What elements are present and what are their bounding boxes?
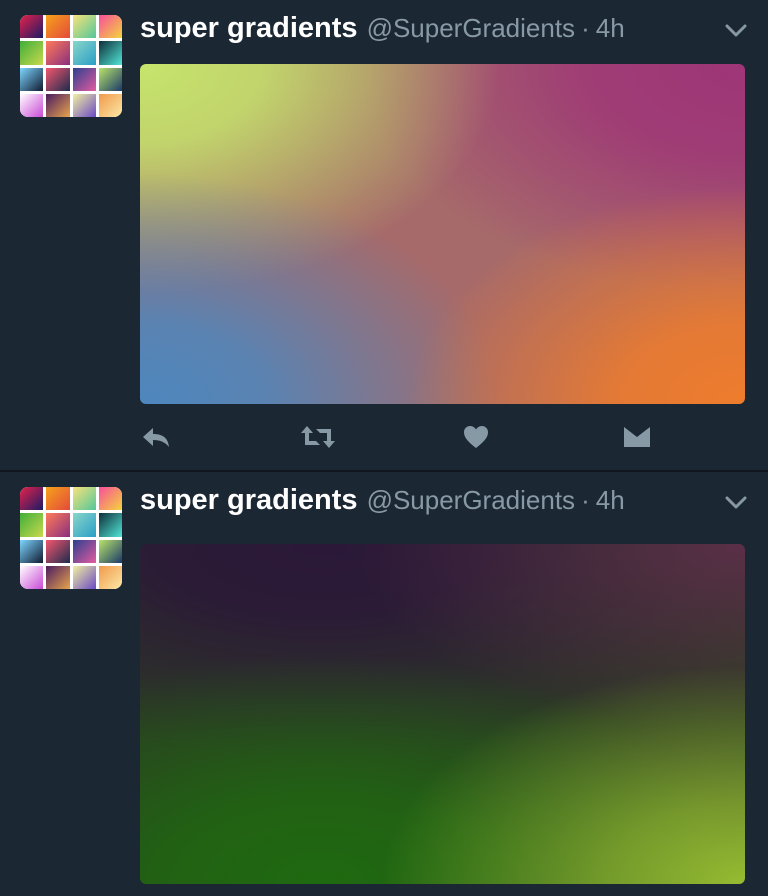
author-handle[interactable]: @SuperGradients — [367, 13, 576, 44]
chevron-down-icon[interactable] — [724, 20, 748, 42]
chevron-down-icon[interactable] — [724, 492, 748, 514]
like-button[interactable] — [462, 420, 490, 454]
direct-message-button[interactable] — [622, 420, 652, 454]
avatar[interactable] — [20, 15, 122, 117]
retweet-icon — [300, 425, 336, 449]
meta-separator: · — [581, 13, 590, 43]
author-name[interactable]: super gradients — [140, 12, 358, 45]
author-handle[interactable]: @SuperGradients — [367, 485, 576, 516]
tweet-media-image[interactable] — [140, 64, 745, 404]
envelope-icon — [623, 425, 651, 449]
tweet-header: super gradients @SuperGradients · 4h — [140, 484, 625, 520]
tweet[interactable]: super gradients @SuperGradients · 4h — [0, 0, 768, 470]
retweet-button[interactable] — [300, 420, 336, 454]
avatar[interactable] — [20, 487, 122, 589]
author-name[interactable]: super gradients — [140, 484, 358, 517]
timestamp[interactable]: 4h — [596, 13, 625, 44]
meta-separator: · — [581, 485, 590, 515]
tweet-media-image[interactable] — [140, 544, 745, 884]
timestamp[interactable]: 4h — [596, 485, 625, 516]
tweet-header: super gradients @SuperGradients · 4h — [140, 12, 625, 48]
reply-button[interactable] — [140, 420, 172, 454]
heart-icon — [463, 425, 489, 449]
tweet-actions — [140, 420, 740, 456]
tweet[interactable]: super gradients @SuperGradients · 4h — [0, 472, 768, 896]
avatar-gradient-grid — [20, 15, 122, 117]
avatar-gradient-grid — [20, 487, 122, 589]
reply-icon — [141, 425, 171, 449]
